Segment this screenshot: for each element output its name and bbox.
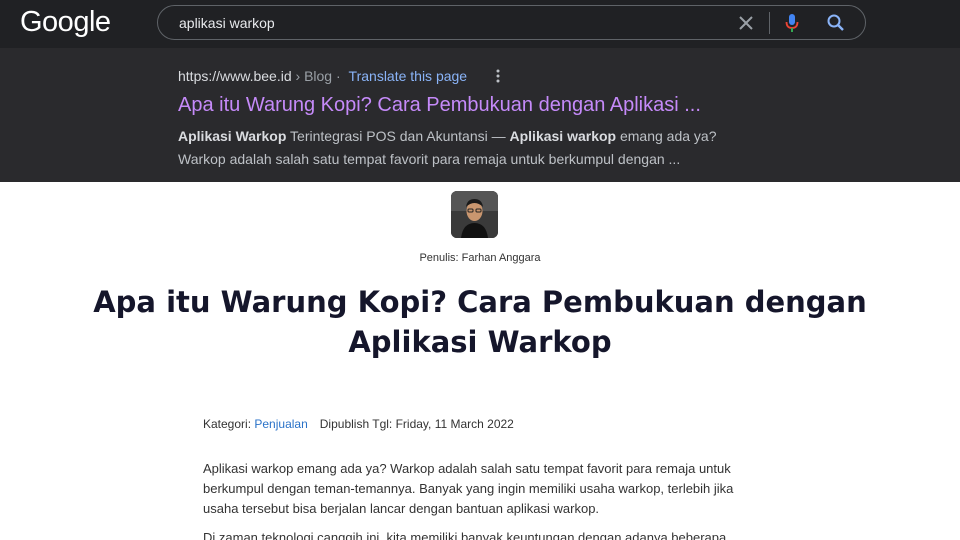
- result-url[interactable]: https://www.bee.id: [178, 68, 292, 84]
- paragraph-2: Di zaman teknologi canggih ini, kita mem…: [203, 530, 727, 540]
- avatar-photo: [451, 191, 498, 238]
- snippet-text-2: emang ada ya?: [616, 128, 717, 144]
- search-icon[interactable]: [826, 13, 846, 33]
- category-label: Kategori:: [203, 417, 255, 431]
- snippet-line-2: Warkop adalah salah satu tempat favorit …: [178, 151, 681, 167]
- translate-link[interactable]: Translate this page: [349, 68, 468, 84]
- snippet-bold-2: Aplikasi warkop: [509, 128, 617, 144]
- search-box[interactable]: aplikasi warkop: [157, 5, 866, 40]
- author-avatar: [451, 191, 498, 238]
- result-dot-separator: ·: [332, 68, 345, 84]
- result-cite: https://www.bee.id › Blog · Translate th…: [178, 68, 467, 84]
- article-title: Apa itu Warung Kopi? Cara Pembukuan deng…: [60, 282, 900, 362]
- article-meta: Kategori: Penjualan Dipublish Tgl: Friday…: [203, 417, 514, 431]
- article-body: Aplikasi warkop emang ada ya? Warkop ada…: [203, 459, 763, 540]
- microphone-icon[interactable]: [784, 12, 800, 34]
- result-snippet: Aplikasi Warkop Terintegrasi POS dan Aku…: [178, 125, 778, 171]
- snippet-text-1: Terintegrasi POS dan Akuntansi —: [286, 128, 510, 144]
- category-link[interactable]: Penjualan: [254, 417, 307, 431]
- paragraph-1: Aplikasi warkop emang ada ya? Warkop ada…: [203, 461, 734, 516]
- article-title-line1: Apa itu Warung Kopi? Cara Pembukuan deng…: [93, 285, 867, 319]
- result-title-link[interactable]: Apa itu Warung Kopi? Cara Pembukuan deng…: [178, 94, 701, 117]
- search-input[interactable]: aplikasi warkop: [179, 15, 275, 31]
- author-name: Penulis: Farhan Anggara: [419, 252, 541, 264]
- publish-date: Dipublish Tgl: Friday, 11 March 2022: [319, 417, 514, 431]
- article-title-line2: Aplikasi Warkop: [348, 325, 612, 359]
- search-divider: [769, 12, 770, 34]
- snippet-bold-1: Aplikasi Warkop: [178, 128, 287, 144]
- more-vert-icon[interactable]: [494, 68, 502, 84]
- google-logo[interactable]: Google: [20, 6, 111, 39]
- search-result: https://www.bee.id › Blog · Translate th…: [0, 48, 960, 182]
- google-header: Google aplikasi warkop: [0, 0, 960, 48]
- close-icon[interactable]: [737, 14, 755, 32]
- result-breadcrumb: › Blog: [291, 68, 333, 84]
